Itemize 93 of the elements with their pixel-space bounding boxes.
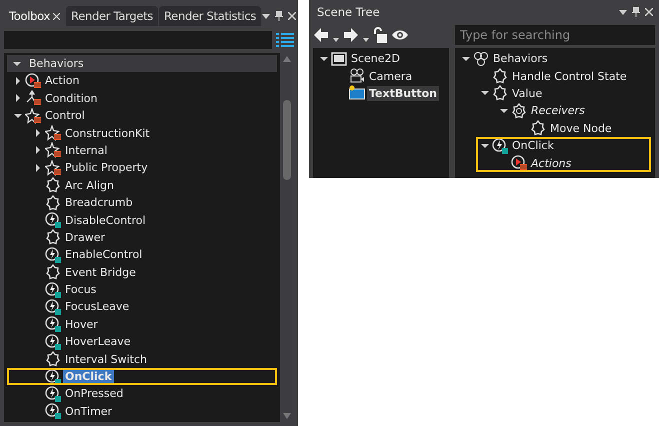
tree-item[interactable]: Camera — [367, 68, 414, 84]
gears-icon — [473, 50, 489, 67]
pin-icon[interactable] — [632, 7, 640, 17]
tree-item[interactable]: Value — [510, 86, 544, 101]
tree-item[interactable]: Arc Align — [63, 178, 116, 193]
close-icon[interactable] — [288, 12, 296, 20]
lightning-icon — [45, 386, 61, 402]
eye-icon[interactable] — [391, 29, 409, 41]
expand-arrow[interactable] — [462, 54, 470, 63]
tree-item[interactable]: Scene2D — [349, 51, 402, 66]
tree-item[interactable]: EnableControl — [63, 247, 144, 262]
tree-item[interactable]: OnClick — [510, 138, 556, 154]
tree-item[interactable]: Handle Control State — [510, 68, 629, 84]
tree-item[interactable]: Behaviors — [491, 51, 550, 66]
forward-arrow-icon[interactable] — [343, 27, 359, 43]
tree-item[interactable]: Internal — [63, 142, 110, 158]
back-arrow-icon[interactable] — [313, 27, 329, 43]
expand-arrow[interactable] — [34, 164, 42, 172]
menu-caret-icon[interactable] — [262, 14, 270, 18]
expand-arrow[interactable] — [14, 94, 22, 102]
tree-item[interactable]: Focus — [63, 282, 98, 298]
expand-arrow[interactable] — [481, 89, 489, 98]
gear-icon — [45, 264, 61, 280]
panel-tab[interactable]: Render Targets — [66, 6, 158, 26]
tree-item[interactable]: Move Node — [548, 120, 614, 136]
play-icon — [25, 72, 41, 89]
tree-item[interactable]: Condition — [43, 90, 100, 106]
unlock-icon[interactable] — [373, 27, 387, 43]
gear-icon — [45, 351, 61, 368]
lightning-icon — [45, 212, 61, 228]
category-header[interactable]: Behaviors — [7, 55, 277, 72]
tree-item[interactable]: HoverLeave — [63, 334, 133, 350]
search-field[interactable]: Type for searching — [455, 25, 655, 45]
panel-title: Scene Tree — [317, 5, 380, 19]
play-icon — [511, 155, 527, 172]
branch-icon — [25, 90, 41, 106]
expand-arrow[interactable] — [13, 60, 21, 68]
tree-item[interactable]: TextButton — [367, 86, 439, 101]
lightning-icon — [45, 368, 61, 385]
expand-arrow[interactable] — [320, 54, 328, 63]
star-icon — [25, 108, 41, 124]
gear-icon — [492, 68, 508, 84]
close-icon[interactable] — [53, 12, 60, 20]
lightning-icon — [45, 316, 61, 332]
tree-item[interactable]: Public Property — [63, 160, 150, 176]
lightning-icon — [492, 138, 508, 154]
tree-item[interactable]: Drawer — [63, 230, 108, 245]
tree-item[interactable]: Actions — [529, 156, 574, 171]
tree-item[interactable]: Interval Switch — [63, 352, 149, 367]
screen-icon — [331, 50, 347, 67]
star-icon — [45, 125, 61, 142]
lightning-icon — [45, 403, 61, 420]
tree-item[interactable]: Action — [43, 73, 82, 88]
caret-icon[interactable] — [363, 38, 369, 42]
tree-item[interactable]: Control — [43, 108, 87, 124]
expand-arrow[interactable] — [500, 106, 508, 115]
camera-icon — [349, 68, 365, 84]
expand-arrow[interactable] — [14, 112, 22, 120]
tree-item[interactable]: Hover — [63, 316, 100, 332]
menu-caret-icon[interactable] — [619, 10, 627, 14]
expand-arrow[interactable] — [34, 146, 42, 154]
lightning-icon — [45, 334, 61, 350]
category-label: Behaviors — [29, 57, 84, 70]
tree-item[interactable]: DisableControl — [63, 212, 148, 228]
text-button-icon — [349, 85, 365, 102]
caret-icon[interactable] — [333, 38, 339, 42]
list-view-icon[interactable] — [276, 33, 294, 47]
expand-arrow[interactable] — [34, 129, 42, 138]
star-icon — [45, 160, 61, 176]
tree-item[interactable]: OnPressed — [63, 386, 126, 402]
gear-icon — [45, 194, 61, 211]
lightning-icon — [45, 282, 61, 298]
pin-icon[interactable] — [275, 11, 284, 21]
tree-item[interactable]: Receivers — [529, 103, 587, 118]
gear-icon — [530, 120, 546, 136]
tree-item[interactable]: FocusLeave — [63, 299, 132, 314]
scrollbar-thumb[interactable] — [283, 100, 291, 180]
lightning-icon — [45, 298, 61, 315]
tree-item[interactable]: OnTimer — [63, 404, 114, 419]
search-field[interactable] — [4, 31, 272, 49]
gear-icon — [511, 102, 527, 119]
gear-icon — [45, 177, 61, 194]
tree-item[interactable]: ConstructionKit — [63, 126, 152, 141]
gear-icon — [45, 229, 61, 246]
tree-item[interactable]: Breadcrumb — [63, 195, 135, 210]
expand-arrow[interactable] — [14, 76, 22, 85]
gear-icon — [492, 85, 508, 102]
close-icon[interactable] — [645, 8, 653, 16]
tree-item[interactable]: Event Bridge — [63, 264, 138, 280]
panel-tab[interactable]: Render Statistics — [159, 6, 262, 26]
lightning-icon — [45, 246, 61, 263]
star-icon — [45, 142, 61, 158]
expand-arrow[interactable] — [481, 142, 489, 150]
